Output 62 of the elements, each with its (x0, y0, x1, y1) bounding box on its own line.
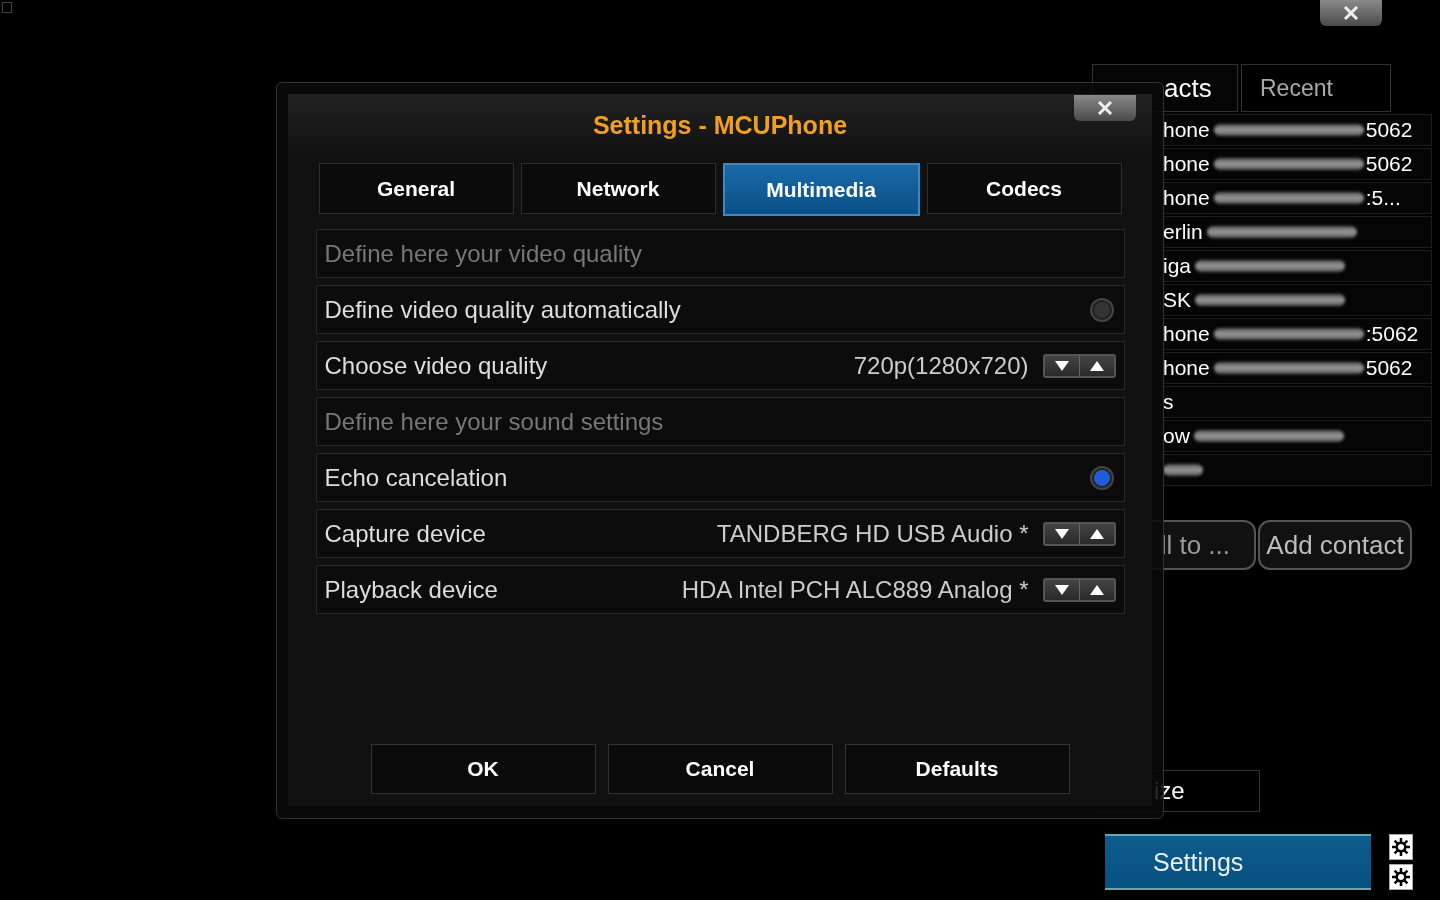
down-triangle-icon (1054, 528, 1069, 539)
close-button[interactable] (1320, 0, 1382, 26)
dialog-button[interactable]: Cancel (607, 744, 833, 794)
redacted-bar (1163, 464, 1203, 476)
up-triangle-icon (1089, 528, 1104, 539)
dialog-button[interactable]: OK (370, 744, 596, 794)
up-triangle-icon (1089, 360, 1104, 371)
setting-row[interactable]: Choose video quality 720p(1280x720) (315, 341, 1125, 390)
section-header: Define here your sound settings (315, 397, 1125, 446)
setting-value: 720p(1280x720) (853, 351, 1029, 380)
gear-icon[interactable] (1389, 864, 1413, 890)
down-button[interactable] (1044, 523, 1079, 544)
setting-row[interactable]: Playback device HDA Intel PCH ALC889 Analog * (315, 565, 1125, 614)
setting-value: HDA Intel PCH ALC889 Analog * (681, 575, 1029, 604)
close-icon (1097, 101, 1113, 115)
tab[interactable]: Multimedia (722, 163, 920, 216)
contact-name: hone (1163, 322, 1210, 346)
setting-label: Playback device (324, 575, 499, 604)
setting-value: TANDBERG HD USB Audio * (716, 519, 1029, 548)
tab[interactable]: General (318, 163, 514, 214)
up-button[interactable] (1078, 355, 1114, 376)
setting-label: Define video quality automatically (324, 295, 682, 324)
contact-address: :5062 (1365, 322, 1419, 346)
contact-name: erlin (1163, 220, 1203, 244)
setting-label: Capture device (324, 519, 487, 548)
contact-name: hone (1163, 186, 1210, 210)
radio-indicator[interactable] (1091, 299, 1112, 320)
contact-address: 5062 (1365, 152, 1413, 176)
down-triangle-icon (1054, 584, 1069, 595)
up-button[interactable] (1078, 579, 1114, 600)
tab[interactable]: Codecs (926, 163, 1122, 214)
contact-name: s (1163, 390, 1174, 414)
contact-name: hone (1163, 356, 1210, 380)
setting-row[interactable]: Define video quality automatically (315, 285, 1125, 334)
up-button[interactable] (1078, 523, 1114, 544)
settings-button[interactable]: Settings (1105, 834, 1371, 890)
down-triangle-icon (1054, 360, 1069, 371)
contact-name: iga (1163, 254, 1192, 278)
setting-row[interactable]: Capture device TANDBERG HD USB Audio * (315, 509, 1125, 558)
contact-address: 5062 (1365, 356, 1413, 380)
contact-name: hone (1163, 118, 1210, 142)
contact-name: hone (1163, 152, 1210, 176)
radio-indicator[interactable] (1091, 467, 1112, 488)
contact-name: ow (1163, 424, 1190, 448)
contact-address: 5062 (1365, 118, 1413, 142)
down-button[interactable] (1044, 355, 1079, 376)
contact-address: :5... (1365, 186, 1401, 210)
tab[interactable]: Recent (1241, 64, 1391, 112)
dialog-button[interactable]: Defaults (844, 744, 1070, 794)
setting-label: Echo cancelation (324, 463, 509, 492)
gear-icon[interactable] (1389, 834, 1413, 860)
close-icon (1343, 6, 1359, 20)
section-header: Define here your video quality (315, 229, 1125, 278)
setting-label: Choose video quality (324, 351, 549, 380)
close-button[interactable] (1074, 95, 1136, 121)
up-triangle-icon (1089, 584, 1104, 595)
down-button[interactable] (1044, 579, 1079, 600)
tab[interactable]: Network (520, 163, 716, 214)
action-button[interactable]: Add contact (1258, 520, 1412, 570)
setting-row[interactable]: Echo cancelation (315, 453, 1125, 502)
contact-name: SK (1163, 288, 1191, 312)
dialog-title: Settings - MCUPhone (592, 110, 848, 140)
